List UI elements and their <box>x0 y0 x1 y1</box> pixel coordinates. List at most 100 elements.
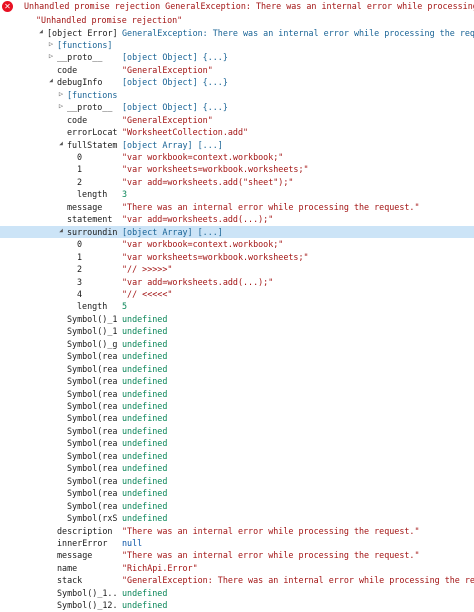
property-value: undefined <box>122 413 168 424</box>
tree-row: 1 "var worksheets=workbook.worksheets;" <box>0 163 474 176</box>
tree-row: Symbol(rea... undefined <box>0 388 474 401</box>
property-key: Symbol()_g... <box>67 338 118 349</box>
property-value: undefined <box>122 500 168 511</box>
property-value: undefined <box>122 475 168 486</box>
property-key: 3 <box>77 276 83 287</box>
error-header: ✕ Unhandled promise rejection GeneralExc… <box>0 0 474 14</box>
property-value: undefined <box>122 425 168 436</box>
property-key: 1 <box>77 164 83 175</box>
property-key: 0 <box>77 152 83 162</box>
collapsed-arrow-icon[interactable]: ▷ <box>47 52 55 60</box>
property-key: Symbol(rea... <box>67 463 118 474</box>
property-value: [object Object] {...} <box>122 77 228 88</box>
tree-row: Symbol(rea... undefined <box>0 350 474 363</box>
property-value: null <box>122 537 143 548</box>
property-key: length <box>77 189 108 200</box>
property-key: statement <box>67 214 113 225</box>
tree-row: statement "var add=worksheets.add(...);" <box>0 213 474 226</box>
tree-row[interactable]: ◢ [object Error] GeneralException: There w… <box>0 27 474 40</box>
property-value: 5 <box>122 301 128 312</box>
property-value: "var add=worksheets.add(...);" <box>122 214 274 225</box>
property-value: "There was an internal error while proce… <box>122 525 420 536</box>
property-key: Symbol(rea... <box>67 376 118 387</box>
property-key: Symbol(rea... <box>67 363 118 374</box>
expanded-arrow-icon[interactable]: ◢ <box>47 77 55 84</box>
property-value: "There was an internal error while proce… <box>122 550 420 561</box>
property-value: undefined <box>122 438 168 449</box>
property-key: 2 <box>77 176 83 187</box>
tree-row: Symbol()_1... undefined <box>0 587 474 600</box>
tree-row: Symbol(rea... undefined <box>0 437 474 450</box>
property-key: stack <box>57 575 83 586</box>
property-key: [functions] <box>67 89 118 100</box>
property-key: Symbol(rea... <box>67 450 118 461</box>
tree-row: length 3 <box>0 188 474 201</box>
property-value: [object Array] [...] <box>122 226 223 237</box>
tree-row: Symbol()_1... undefined <box>0 325 474 338</box>
tree-row: Symbol(rea... undefined <box>0 475 474 488</box>
tree-row[interactable]: ◢fullStatem... [object Array] [...] <box>0 139 474 152</box>
property-key: Symbol()_1... <box>67 326 118 337</box>
tree-row: Symbol(rea... undefined <box>0 375 474 388</box>
tree-row: innerError null <box>0 537 474 550</box>
property-key: fullStatem... <box>67 139 118 150</box>
tree-row[interactable]: ▷ __proto__ [object Object] {...} <box>0 101 474 114</box>
property-key: Symbol(rea... <box>67 488 118 499</box>
tree-row[interactable]: ▷ __proto__ [object Object] {...} <box>0 51 474 64</box>
property-key: 2 <box>77 264 83 275</box>
tree-row: length 5 <box>0 300 474 313</box>
property-value: undefined <box>122 513 168 524</box>
property-value: "var add=worksheets.add("sheet");" <box>122 176 294 187</box>
tree-row: Symbol(rea... undefined <box>0 400 474 413</box>
property-value: [object Array] [...] <box>122 139 223 150</box>
expanded-arrow-icon[interactable]: ◢ <box>37 28 45 35</box>
property-key: message <box>67 201 103 212</box>
property-key: name <box>57 562 78 573</box>
tree-row: Symbol()_g... undefined <box>0 338 474 351</box>
property-key: Symbol(rea... <box>67 351 118 362</box>
property-value: "var worksheets=workbook.worksheets;" <box>122 164 309 175</box>
property-value: undefined <box>122 401 168 411</box>
tree-row: message "There was an internal error whil… <box>0 201 474 214</box>
property-value: undefined <box>122 463 168 474</box>
property-value: "There was an internal error while proce… <box>122 201 420 212</box>
property-key: Symbol(rea... <box>67 413 118 424</box>
expanded-arrow-icon[interactable]: ◢ <box>57 140 65 147</box>
collapsed-arrow-icon[interactable]: ▷ <box>57 90 65 98</box>
property-value: "var workbook=context.workbook;" <box>122 239 284 250</box>
property-key: __proto__ <box>67 102 113 113</box>
property-key: Symbol()_1... <box>57 587 118 598</box>
property-value: "// <<<<<" <box>122 288 173 299</box>
property-key: Symbol(rea... <box>67 388 118 399</box>
tree-row: Symbol()_12... undefined <box>0 599 474 612</box>
property-key: message <box>57 550 93 561</box>
tree-row: 2 "// >>>>>" <box>0 263 474 276</box>
tree-row[interactable]: ▷ [functions] <box>0 39 474 52</box>
expanded-arrow-icon[interactable]: ◢ <box>57 227 65 234</box>
tree-row: message "There was an internal error whil… <box>0 549 474 562</box>
tree-row[interactable]: ◢surroundin... [object Array] [...] <box>0 225 474 239</box>
tree-row: code "GeneralException" <box>0 64 474 77</box>
tree-row: Symbol()_1... undefined <box>0 313 474 326</box>
tree-row[interactable]: ▷ [functions] <box>0 89 474 102</box>
property-value: "WorksheetCollection.add" <box>122 127 249 138</box>
collapsed-arrow-icon[interactable]: ▷ <box>57 102 65 110</box>
tree-row: stack "GeneralException: There was an int… <box>0 574 474 587</box>
property-value: "var add=worksheets.add(...);" <box>122 276 274 287</box>
property-value: undefined <box>122 351 168 362</box>
tree-row: Symbol(rxS... undefined <box>0 512 474 525</box>
property-key: code <box>67 114 88 125</box>
error-icon: ✕ <box>2 1 13 12</box>
property-key: code <box>57 64 78 75</box>
tree-row: 3 "var add=worksheets.add(...);" <box>0 276 474 289</box>
property-key: length <box>77 301 108 312</box>
property-key: Symbol(rea... <box>67 425 118 436</box>
property-value: undefined <box>122 488 168 499</box>
property-key: Symbol(rea... <box>67 438 118 449</box>
collapsed-arrow-icon[interactable]: ▷ <box>47 40 55 48</box>
property-key: Symbol()_1... <box>67 313 118 324</box>
tree-row: Symbol(rea... undefined <box>0 363 474 376</box>
property-value: [object Object] {...} <box>122 52 228 63</box>
property-key: Symbol()_12... <box>57 600 118 611</box>
tree-row[interactable]: ◢ debugInfo [object Object] {...} <box>0 76 474 89</box>
